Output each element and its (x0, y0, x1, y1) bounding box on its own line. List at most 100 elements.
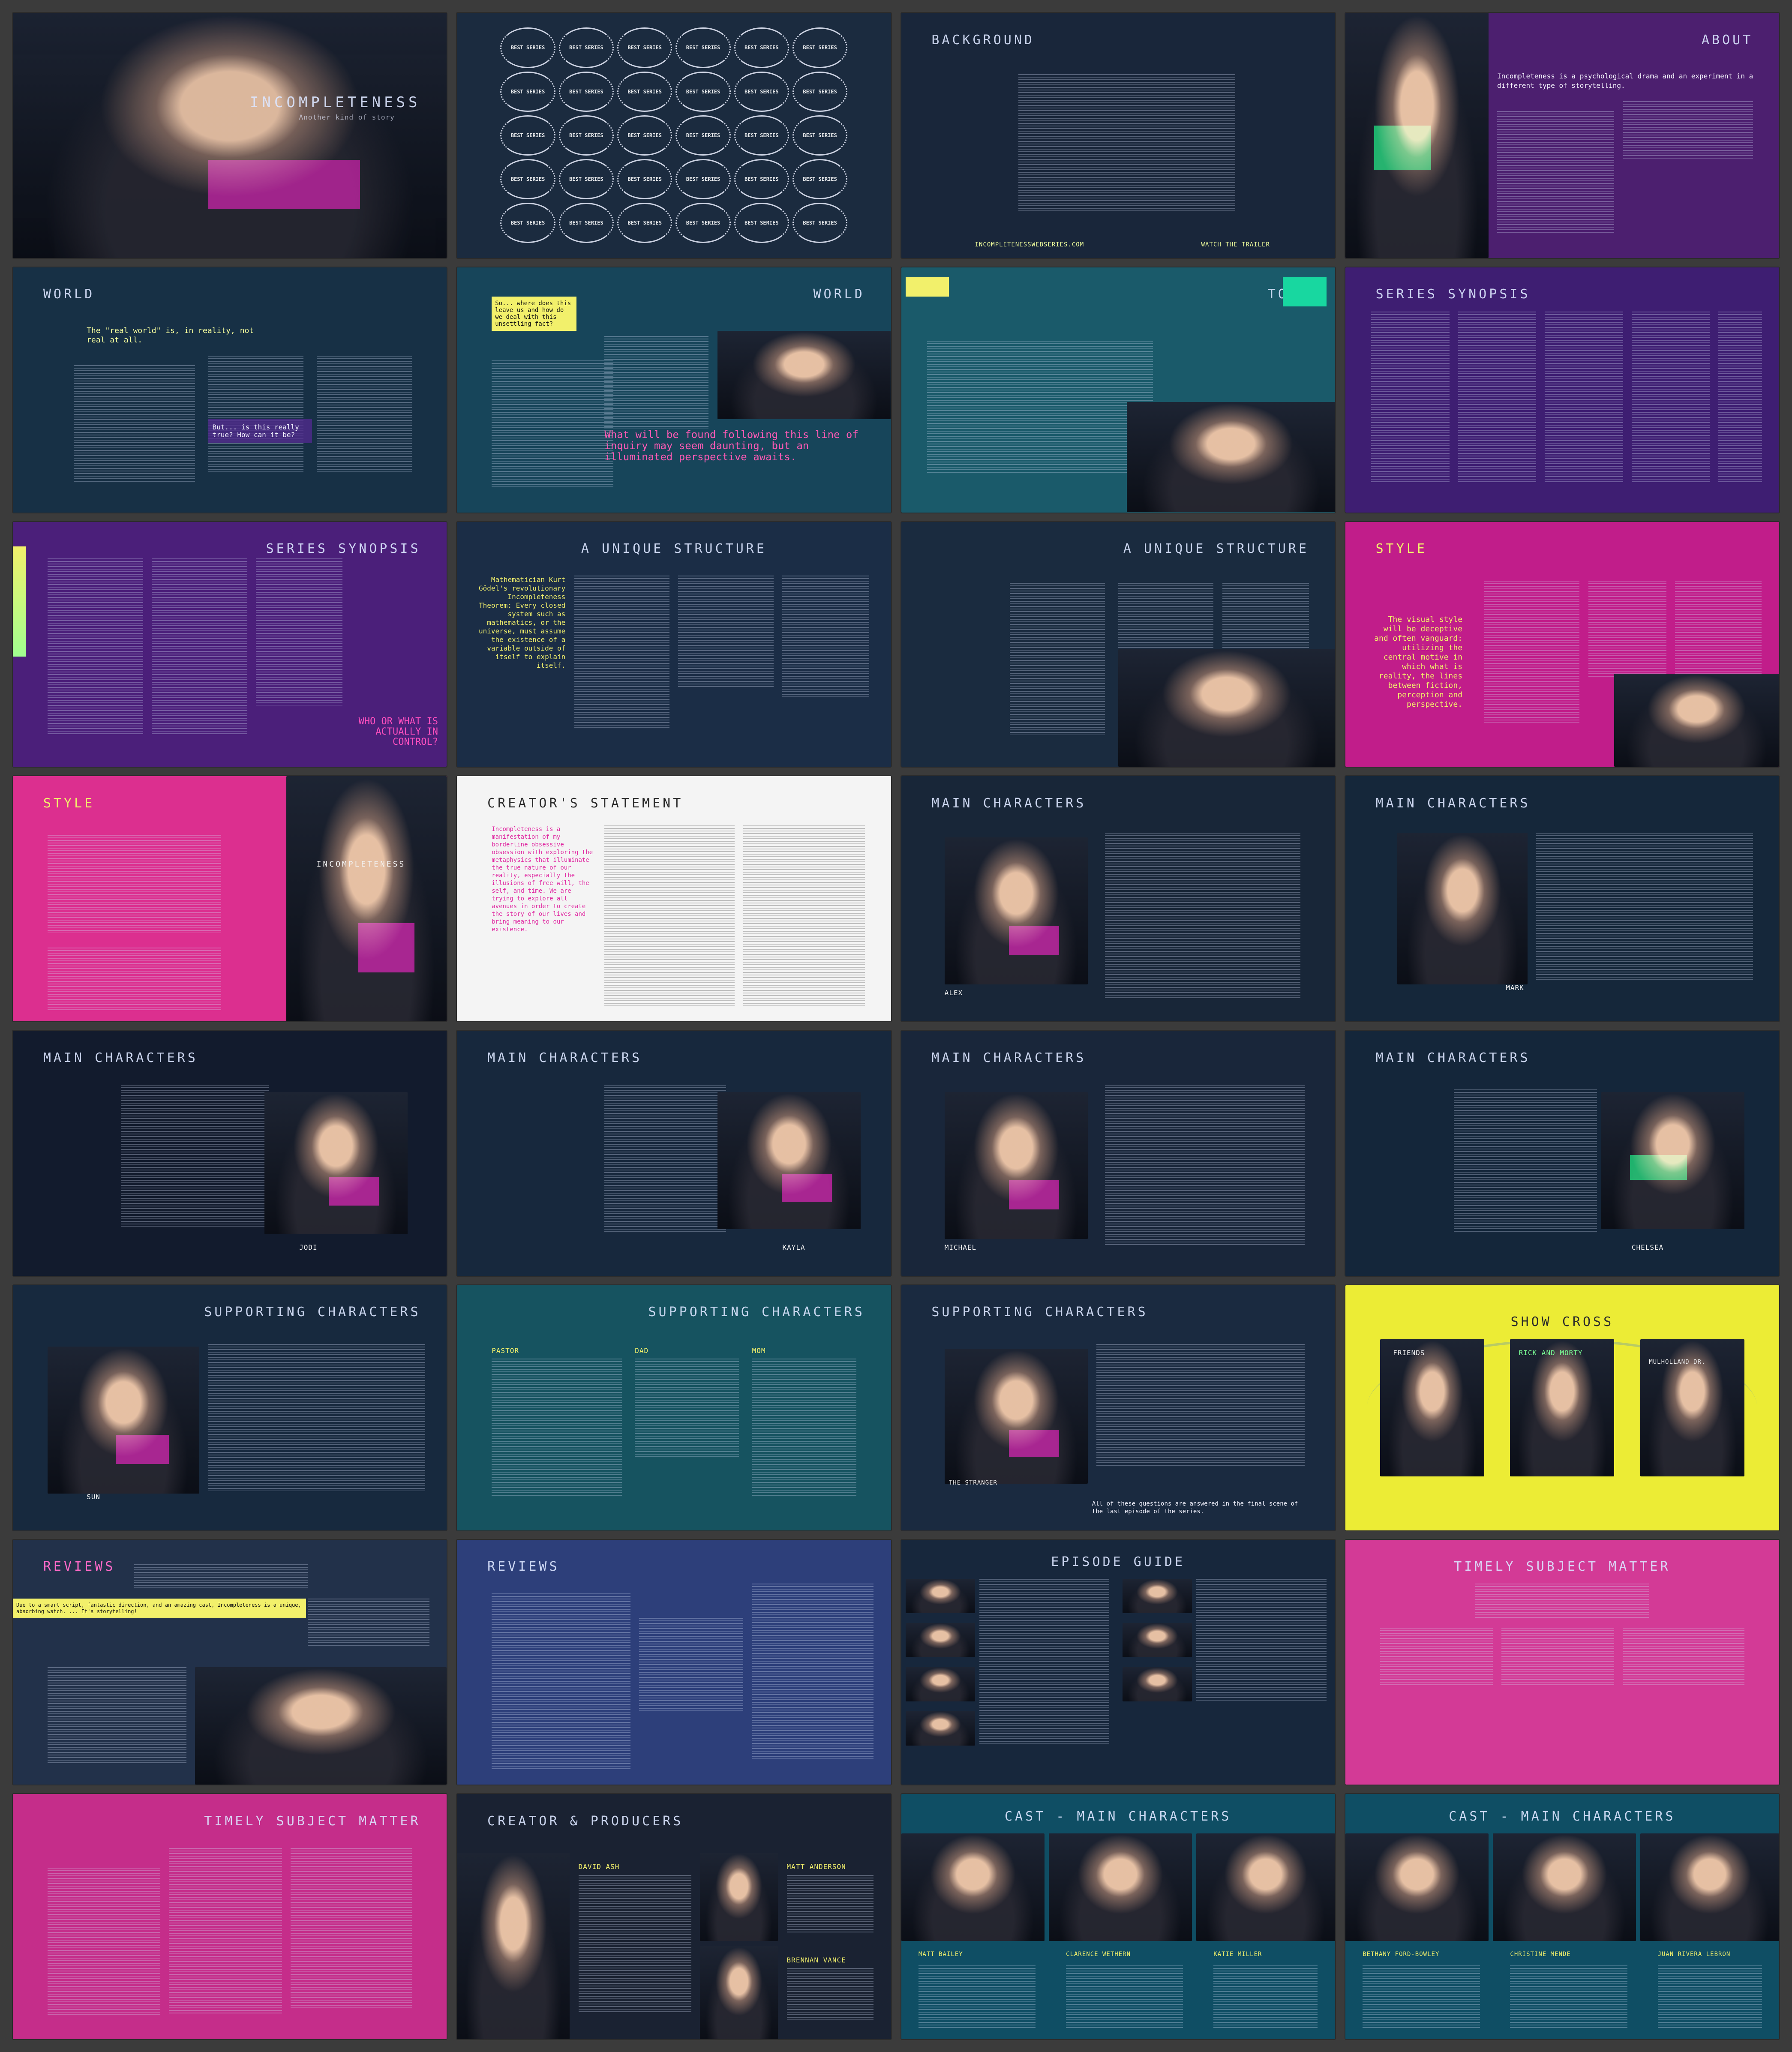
style-poster-title: INCOMPLETENESS (316, 859, 406, 869)
slide-show-cross[interactable]: SHOW CROSS FRIENDS Rick and Morty MULHOL… (1345, 1285, 1779, 1530)
background-link[interactable]: INCOMPLETENESSWEBSERIES.COM (975, 241, 1084, 248)
slide-main-characters-jodi[interactable]: MAIN CHARACTERS JODI (13, 1031, 447, 1276)
slide-reviews-2[interactable]: REVIEWS (457, 1539, 891, 1785)
laurel-award: BEST SERIES (617, 27, 672, 68)
slide-main-characters-michael[interactable]: MAIN CHARACTERS MICHAEL (901, 1031, 1335, 1276)
slide-title-text: REVIEWS (487, 1559, 560, 1575)
laurel-award: BEST SERIES (792, 159, 848, 200)
producer-name-1: DAVID ASH (578, 1863, 620, 1871)
slide-style-1[interactable]: STYLE The visual style will be deceptive… (1345, 522, 1779, 767)
tone-swatch-green (1283, 277, 1327, 307)
laurel-award: BEST SERIES (734, 71, 789, 112)
synopsis-col-1 (47, 558, 143, 735)
producer-text-2 (786, 1875, 873, 1934)
slide-episode-guide[interactable]: EPISODE GUIDE (901, 1539, 1335, 1785)
slide-title[interactable]: INCOMPLETENESS Another kind of story (13, 13, 447, 258)
supporting-col-2 (635, 1359, 739, 1457)
slide-reviews-1[interactable]: REVIEWS Due to a smart script, fantastic… (13, 1539, 447, 1785)
world-text (492, 360, 613, 488)
character-photo (1601, 1092, 1744, 1230)
laurel-award: BEST SERIES (792, 27, 848, 68)
structure-leftcol: Mathematician Kurt Gödel's revolutionary… (479, 576, 566, 670)
cast-photo-3 (1196, 1833, 1335, 1941)
slide-main-characters-kayla[interactable]: MAIN CHARACTERS KAYLA (457, 1031, 891, 1276)
slide-unique-structure-2[interactable]: A UNIQUE STRUCTURE (901, 522, 1335, 767)
slide-timely-subject-1[interactable]: TIMELY SUBJECT MATTER (1345, 1539, 1779, 1785)
character-photo (944, 837, 1088, 985)
slide-background[interactable]: BACKGROUND INCOMPLETENESSWEBSERIES.COM W… (901, 13, 1335, 258)
show-title-mulholland-dr: MULHOLLAND DR. (1649, 1359, 1706, 1366)
character-photo (47, 1346, 200, 1494)
character-photo (944, 1092, 1088, 1239)
slide-main-characters-alex[interactable]: MAIN CHARACTERS ALEX (901, 776, 1335, 1021)
character-name: ALEX (944, 988, 963, 997)
synopsis-col-3 (255, 558, 343, 706)
slide-unique-structure-1[interactable]: A UNIQUE STRUCTURE Mathematician Kurt Gö… (457, 522, 891, 767)
about-intro: Incompleteness is a psychological drama … (1497, 72, 1753, 90)
world-text-2 (208, 355, 304, 474)
slide-style-2[interactable]: STYLE INCOMPLETENESS (13, 776, 447, 1021)
structure-photo (1118, 649, 1335, 767)
synopsis-bar (13, 546, 26, 657)
slide-title-text: SERIES SYNOPSIS (1375, 287, 1531, 302)
cast-name-1: MATT BAILEY (918, 1951, 963, 1958)
episode-text-2 (1196, 1578, 1327, 1701)
slide-supporting-characters-3[interactable]: SUPPORTING CHARACTERS THE STRANGER All o… (901, 1285, 1335, 1530)
supporting-col-3 (752, 1359, 856, 1496)
synopsis-col-4 (1631, 311, 1710, 483)
episode-thumb-5 (1122, 1578, 1192, 1613)
style-text (1484, 580, 1580, 723)
laurel-award: BEST SERIES (500, 71, 555, 112)
laurel-award: BEST SERIES (792, 115, 848, 156)
statement-text-2 (743, 825, 865, 1007)
character-photo (264, 1092, 408, 1234)
character-text (1536, 832, 1753, 980)
slide-main-characters-chelsea[interactable]: MAIN CHARACTERS CHELSEA (1345, 1031, 1779, 1276)
style-photo (1614, 673, 1779, 767)
slide-main-characters-mark[interactable]: MAIN CHARACTERS MARK (1345, 776, 1779, 1021)
slide-awards[interactable]: BEST SERIES BEST SERIES BEST SERIES BEST SE… (457, 13, 891, 258)
laurels-grid: BEST SERIES BEST SERIES BEST SERIES BEST SE… (500, 27, 848, 243)
background-trailer-link[interactable]: WATCH THE TRAILER (1201, 241, 1270, 248)
slide-title-text: TIMELY SUBJECT MATTER (1454, 1559, 1671, 1575)
slide-title-text: SUPPORTING CHARACTERS (204, 1305, 421, 1320)
cast-text-1 (918, 1965, 1036, 2030)
slide-series-synopsis-2[interactable]: SERIES SYNOPSIS WHO OR WHAT IS ACTUALLY … (13, 522, 447, 767)
show-title-friends: FRIENDS (1393, 1349, 1425, 1357)
slide-tone[interactable]: TONE (901, 267, 1335, 513)
cast-name-2: CLARENCE WETHERN (1066, 1951, 1131, 1958)
synopsis-col-2 (1458, 311, 1537, 483)
slide-series-synopsis-1[interactable]: SERIES SYNOPSIS (1345, 267, 1779, 513)
title-photo (13, 13, 447, 258)
slide-creators-statement[interactable]: CREATOR'S STATEMENT Incompleteness is a … (457, 776, 891, 1021)
slide-supporting-characters-2[interactable]: SUPPORTING CHARACTERS PASTOR DAD MOM (457, 1285, 891, 1530)
episode-thumb-2 (905, 1623, 975, 1657)
show-poster-friends (1380, 1339, 1484, 1476)
character-photo (944, 1349, 1088, 1484)
slide-world-2[interactable]: WORLD So... where does this leave us and… (457, 267, 891, 513)
character-text (121, 1084, 269, 1227)
slide-title-text: MAIN CHARACTERS (931, 1050, 1087, 1065)
review-quote: Due to a smart script, fantastic directi… (13, 1598, 306, 1618)
slide-about[interactable]: ABOUT Incompleteness is a psychological … (1345, 13, 1779, 258)
supporting-col-1 (492, 1359, 622, 1496)
producer-text-1 (578, 1875, 691, 2013)
tone-swatch-yellow (905, 277, 949, 297)
slide-subtitle: Another kind of story (299, 113, 395, 122)
slide-timely-subject-2[interactable]: TIMELY SUBJECT MATTER (13, 1794, 447, 2039)
world-callout: But... is this really true? How can it b… (208, 419, 312, 444)
character-name: JODI (299, 1243, 318, 1251)
slide-title-text: MAIN CHARACTERS (43, 1050, 198, 1065)
slide-world-1[interactable]: WORLD The "real world" is, in reality, n… (13, 267, 447, 513)
slide-cast-main-2[interactable]: CAST - MAIN CHARACTERS BETHANY FORD-BOWL… (1345, 1794, 1779, 2039)
slide-cast-main-1[interactable]: CAST - MAIN CHARACTERS MATT BAILEY CLARE… (901, 1794, 1335, 2039)
slide-title-text: CAST - MAIN CHARACTERS (1004, 1809, 1232, 1824)
character-text (1105, 1084, 1305, 1247)
laurel-award: BEST SERIES (500, 115, 555, 156)
slide-creator-producers[interactable]: CREATOR & PRODUCERS DAVID ASH MATT ANDER… (457, 1794, 891, 2039)
producer-name-2: MATT ANDERSON (786, 1863, 846, 1871)
reviews-text (134, 1564, 308, 1589)
statement-lead: Incompleteness is a manifestation of my … (492, 825, 593, 933)
character-text (1096, 1344, 1305, 1467)
slide-supporting-characters-1[interactable]: SUPPORTING CHARACTERS SUN (13, 1285, 447, 1530)
